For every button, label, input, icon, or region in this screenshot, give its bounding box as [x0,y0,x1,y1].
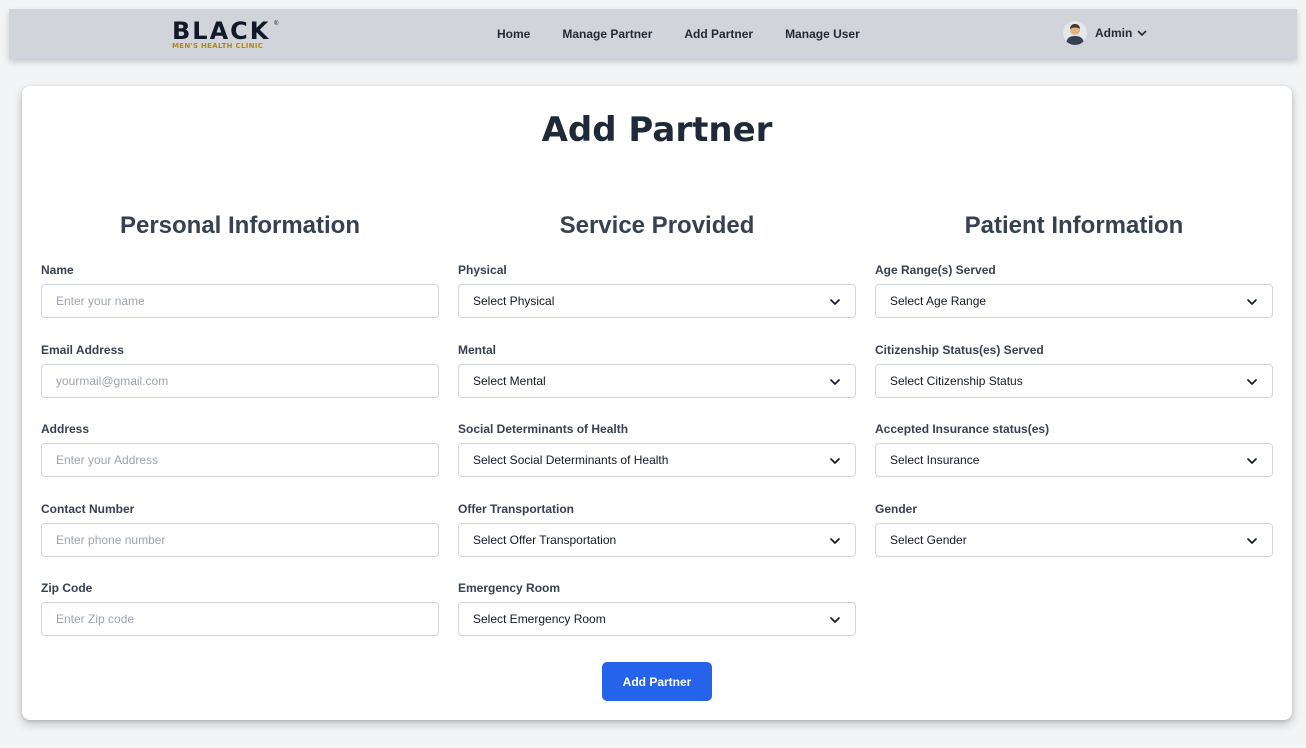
nav-link-home[interactable]: Home [497,27,530,41]
name-input[interactable] [41,284,439,318]
mental-label: Mental [458,343,497,357]
email-label: Email Address [41,343,124,357]
physical-label: Physical [458,263,507,277]
main-nav: Home Manage Partner Add Partner Manage U… [497,9,892,59]
zip-code-input[interactable] [41,602,439,636]
mental-select[interactable]: Select Mental [458,364,856,398]
citizenship-status-select[interactable]: Select Citizenship Status [875,364,1273,398]
insurance-select[interactable]: Select Insurance [875,443,1273,477]
chevron-down-icon [830,458,840,464]
insurance-select-value: Select Insurance [890,453,980,467]
user-name: Admin [1095,26,1133,40]
zip-code-label: Zip Code [41,581,93,595]
user-menu[interactable]: Admin [1063,21,1147,45]
chevron-down-icon [830,538,840,544]
contact-number-label: Contact Number [41,502,135,516]
nav-link-manage-user[interactable]: Manage User [785,27,860,41]
name-label: Name [41,263,74,277]
citizenship-status-select-value: Select Citizenship Status [890,374,1023,388]
physical-select-value: Select Physical [473,294,555,308]
section-heading-patient: Patient Information [964,212,1184,239]
chevron-down-icon [830,299,840,305]
section-heading-service: Service Provided [559,212,755,239]
chevron-down-icon [1247,299,1257,305]
chevron-down-icon [1247,379,1257,385]
offer-transportation-select-value: Select Offer Transportation [473,533,617,547]
add-partner-form-card: Add Partner Personal Information Name Em… [22,86,1292,720]
emergency-room-label: Emergency Room [458,581,561,595]
user-avatar-icon [1063,21,1087,45]
clinic-logo[interactable]: BLACK ® MEN'S HEALTH CLINIC [172,19,292,53]
age-range-label: Age Range(s) Served [875,263,996,277]
address-input[interactable] [41,443,439,477]
social-determinants-select-value: Select Social Determinants of Health [473,453,669,467]
top-navbar: BLACK ® MEN'S HEALTH CLINIC Home Manage … [9,9,1297,59]
emergency-room-select[interactable]: Select Emergency Room [458,602,856,636]
chevron-down-icon [1138,30,1147,36]
add-partner-button[interactable]: Add Partner [602,662,712,701]
gender-label: Gender [875,502,918,516]
gender-select[interactable]: Select Gender [875,523,1273,557]
citizenship-status-label: Citizenship Status(es) Served [875,343,1044,357]
nav-link-manage-partner[interactable]: Manage Partner [562,27,652,41]
logo-trademark: ® [274,21,279,27]
age-range-select[interactable]: Select Age Range [875,284,1273,318]
physical-select[interactable]: Select Physical [458,284,856,318]
mental-select-value: Select Mental [473,374,546,388]
logo-wordmark: BLACK [172,17,271,45]
chevron-down-icon [830,617,840,623]
social-determinants-select[interactable]: Select Social Determinants of Health [458,443,856,477]
chevron-down-icon [1247,458,1257,464]
email-input[interactable] [41,364,439,398]
personal-information-section: Personal Information Name Email Address … [41,86,439,720]
offer-transportation-label: Offer Transportation [458,502,575,516]
chevron-down-icon [1247,538,1257,544]
offer-transportation-select[interactable]: Select Offer Transportation [458,523,856,557]
service-provided-section: Service Provided Physical Select Physica… [458,86,856,720]
contact-number-input[interactable] [41,523,439,557]
age-range-select-value: Select Age Range [890,294,987,308]
address-label: Address [41,422,90,436]
nav-link-add-partner[interactable]: Add Partner [684,27,753,41]
logo-subtitle: MEN'S HEALTH CLINIC [172,42,264,50]
social-determinants-label: Social Determinants of Health [458,422,629,436]
patient-information-section: Patient Information Age Range(s) Served … [875,86,1273,720]
insurance-label: Accepted Insurance status(es) [875,422,1050,436]
gender-select-value: Select Gender [890,533,967,547]
chevron-down-icon [830,379,840,385]
section-heading-personal: Personal Information [119,212,361,239]
emergency-room-select-value: Select Emergency Room [473,612,606,626]
